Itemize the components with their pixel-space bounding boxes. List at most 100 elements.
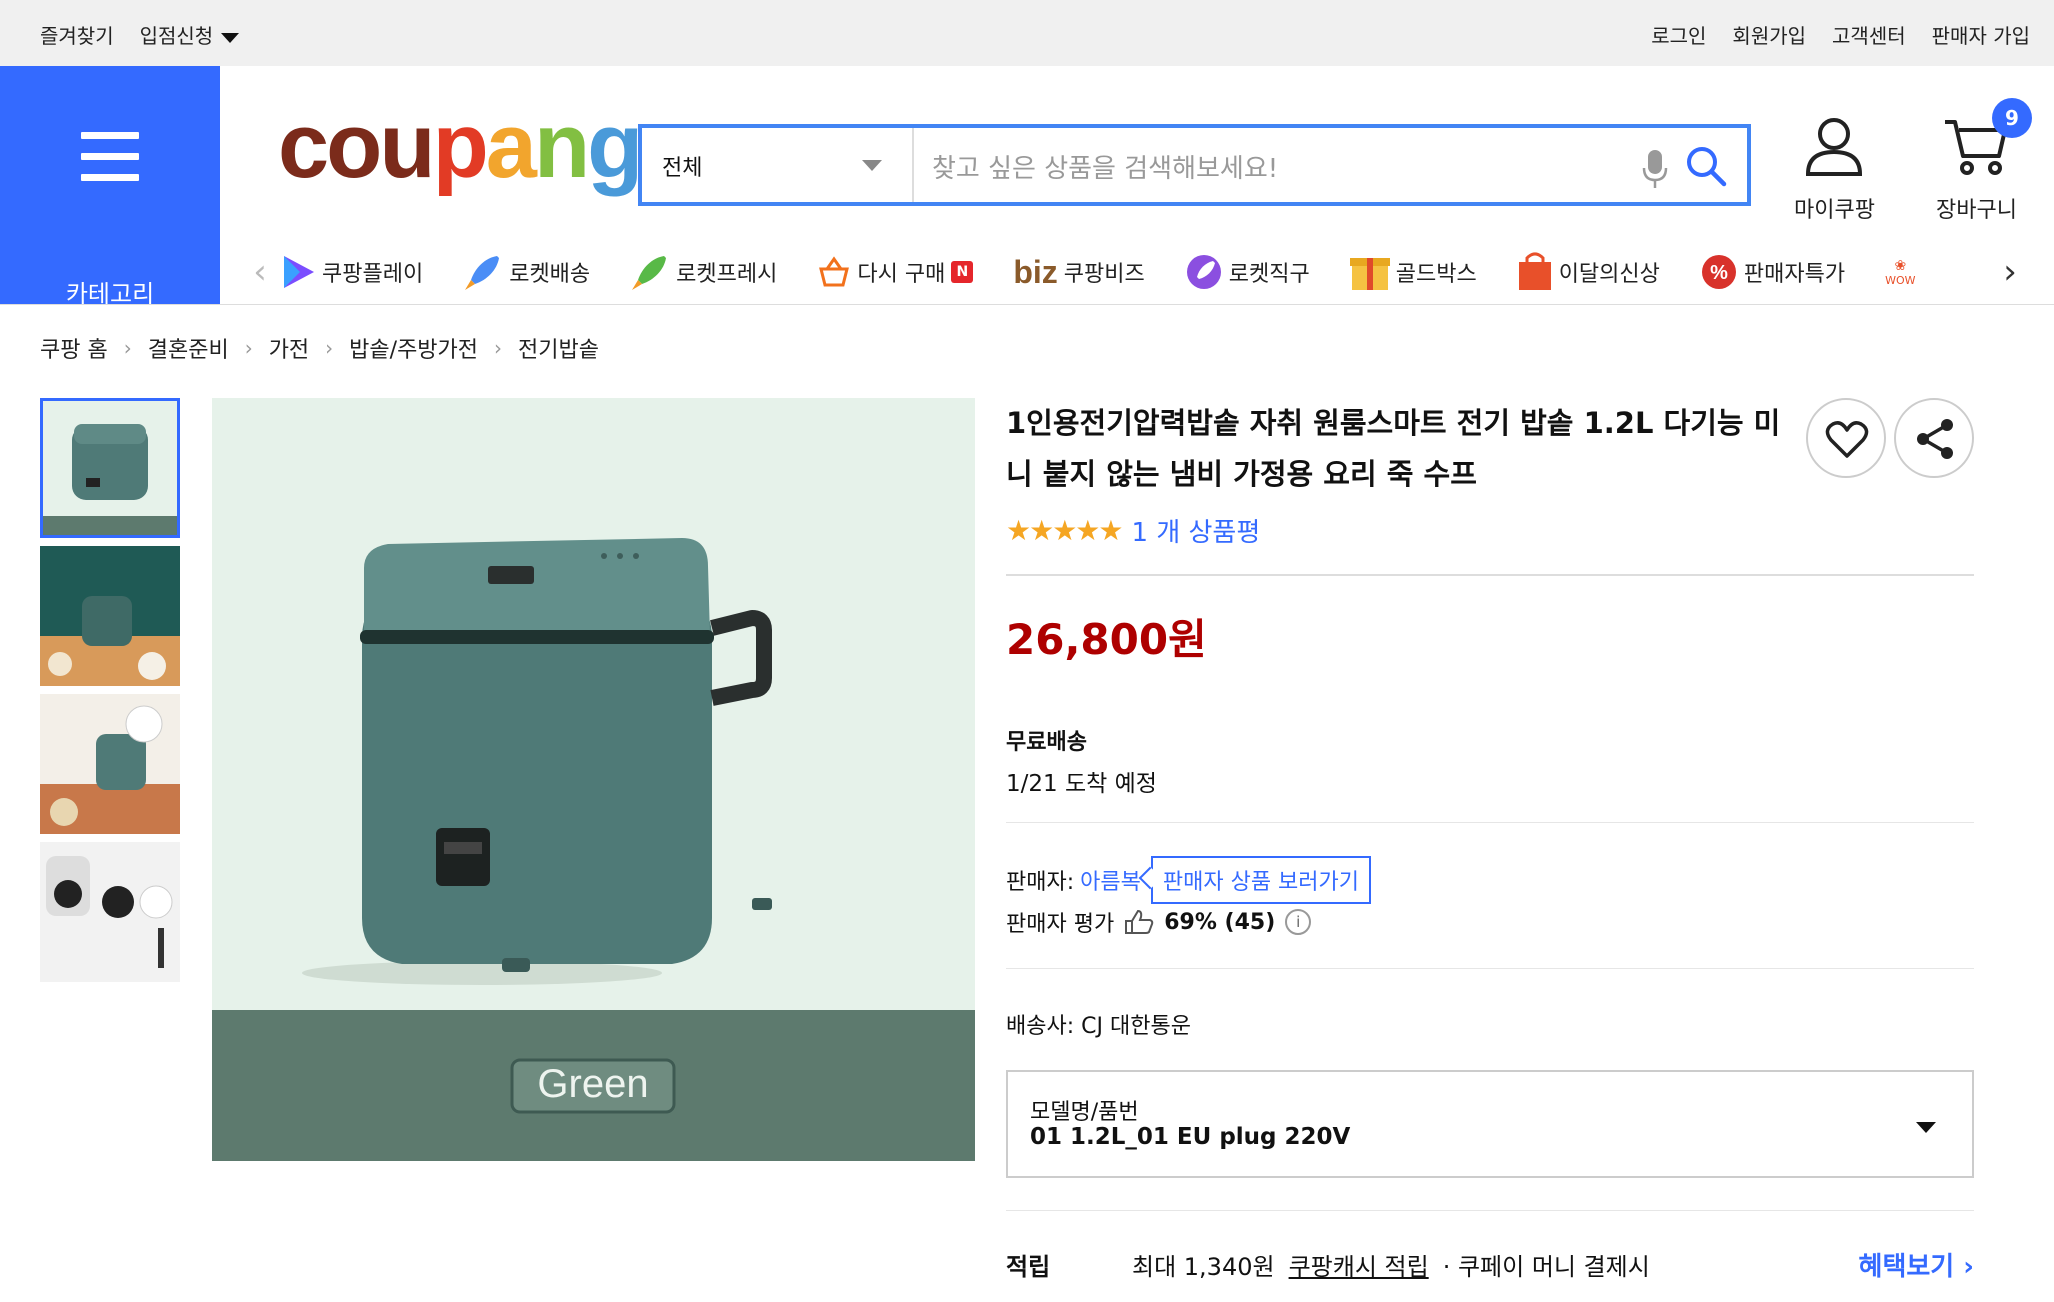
nav-rocket-delivery[interactable]: 로켓배송 xyxy=(463,252,590,292)
search-input[interactable]: 찾고 싶은 상품을 검색해보세요! xyxy=(932,148,1278,185)
kitchen-scene-thumb-image xyxy=(40,546,180,686)
support-link[interactable]: 고객센터 xyxy=(1832,20,1906,49)
seller-rating-row: 판매자 평가 69% (45) i xyxy=(1006,906,1312,938)
benefits-link[interactable]: 혜택보기 › xyxy=(1859,1246,1974,1283)
seller-rating-label: 판매자 평가 xyxy=(1006,912,1115,937)
wow-icon: ❀ xyxy=(1894,257,1907,274)
user-icon xyxy=(1806,118,1863,176)
rice-cooker-thumb-image xyxy=(40,398,180,538)
info-icon[interactable]: i xyxy=(1285,909,1312,935)
shopping-bag-icon xyxy=(1518,252,1551,290)
percent-icon: % xyxy=(1701,255,1736,289)
login-link[interactable]: 로그인 xyxy=(1651,20,1706,49)
seller-join-link[interactable]: 판매자 가입 xyxy=(1932,20,2030,49)
reward-label: 적립 xyxy=(1006,1253,1051,1281)
cart-label: 장바구니 xyxy=(1936,198,2017,223)
table-setting-thumb-image xyxy=(40,694,180,834)
nav-rocket-direct[interactable]: 로켓직구 xyxy=(1185,253,1310,291)
nav-seller-deals[interactable]: % 판매자특가 xyxy=(1700,253,1845,291)
search-icon[interactable] xyxy=(1684,144,1728,188)
nav-rebuy[interactable]: 다시 구매 N xyxy=(817,255,974,289)
header-divider xyxy=(0,304,2054,305)
chevron-right-icon[interactable]: › xyxy=(1990,252,2030,292)
rating-row: ★★★★★ 1 개 상품평 xyxy=(1006,512,1260,549)
option-select[interactable]: 모델명/품번 01 1.2L_01 EU plug 220V xyxy=(1006,1070,1974,1178)
microphone-icon[interactable] xyxy=(1642,148,1668,190)
seller-rating-value: 69% (45) xyxy=(1164,909,1276,935)
divider xyxy=(1006,1210,1974,1211)
apply-menu[interactable]: 입점신청 xyxy=(140,20,240,49)
breadcrumb: 쿠팡 홈 › 결혼준비 › 가전 › 밥솥/주방가전 › 전기밥솥 xyxy=(40,332,599,364)
thumbnail-1[interactable] xyxy=(40,398,180,538)
carrier-info: 배송사: CJ 대한통운 xyxy=(1006,1014,1191,1039)
review-count-link[interactable]: 1 개 상품평 xyxy=(1132,512,1261,549)
chevron-down-icon xyxy=(862,160,882,171)
thumbnail-4[interactable] xyxy=(40,842,180,982)
breadcrumb-home[interactable]: 쿠팡 홈 xyxy=(40,332,108,364)
option-label: 모델명/품번 xyxy=(1030,1100,1139,1125)
nav-new-arrivals[interactable]: 이달의신상 xyxy=(1517,252,1660,292)
chevron-down-icon xyxy=(1916,1122,1936,1133)
heart-icon xyxy=(1825,421,1869,458)
quick-nav: ‹ 쿠팡플레이 로켓배송 로켓프레시 다시 구매 N biz 쿠팡비즈 로켓직구 xyxy=(240,250,2030,294)
chevron-down-icon xyxy=(221,32,240,43)
chevron-right-icon: › xyxy=(244,336,253,360)
breadcrumb-kitchen[interactable]: 밥솥/주방가전 xyxy=(349,332,478,364)
coupang-logo[interactable]: coupang xyxy=(278,100,643,192)
nav-coupang-play[interactable]: 쿠팡플레이 xyxy=(280,254,423,290)
new-badge: N xyxy=(951,261,974,283)
arrival-eta: 1/21 도착 예정 xyxy=(1006,771,1157,797)
color-label: Green xyxy=(537,1062,649,1106)
search-scope-value: 전체 xyxy=(662,156,703,181)
breadcrumb-rice-cooker[interactable]: 전기밥솥 xyxy=(518,332,599,364)
thumbs-up-icon xyxy=(1125,909,1154,934)
thumbnail-2[interactable] xyxy=(40,546,180,686)
option-value: 01 1.2L_01 EU plug 220V xyxy=(1030,1124,1351,1150)
rocket-fresh-icon xyxy=(632,256,667,290)
thumbnail-3[interactable] xyxy=(40,694,180,834)
play-icon xyxy=(284,256,314,288)
chevron-right-icon: › xyxy=(325,336,334,360)
rocket-icon xyxy=(465,256,500,290)
basket-icon xyxy=(819,256,850,287)
parts-thumb-image xyxy=(40,842,180,982)
cart-count-badge: 9 xyxy=(1992,98,2032,138)
apply-label: 입점신청 xyxy=(139,24,214,48)
divider xyxy=(1006,822,1974,823)
breadcrumb-wedding[interactable]: 결혼준비 xyxy=(148,332,229,364)
product-main-image[interactable]: Green xyxy=(212,398,975,1161)
chevron-left-icon[interactable]: ‹ xyxy=(240,252,280,292)
free-shipping-label: 무료배송 xyxy=(1006,730,1087,755)
divider xyxy=(1006,968,1974,969)
search-scope-select[interactable]: 전체 xyxy=(642,128,914,202)
star-rating: ★★★★★ xyxy=(1006,514,1124,547)
signup-link[interactable]: 회원가입 xyxy=(1732,20,1806,49)
seller-label: 판매자: xyxy=(1006,870,1075,895)
chevron-right-icon: › xyxy=(494,336,503,360)
chevron-right-icon: › xyxy=(123,336,132,360)
price: 26,800원 xyxy=(1006,615,1207,664)
share-button[interactable] xyxy=(1894,398,1974,478)
category-button[interactable]: 카테고리 xyxy=(0,66,220,308)
breadcrumb-appliances[interactable]: 가전 xyxy=(269,332,309,364)
reward-amount: 최대 1,340원 xyxy=(1132,1253,1275,1281)
nav-coupang-biz[interactable]: biz 쿠팡비즈 xyxy=(1013,254,1144,291)
mypage-button[interactable]: 마이쿠팡 xyxy=(1794,116,1875,224)
favorite-button[interactable] xyxy=(1806,398,1886,478)
mypage-label: 마이쿠팡 xyxy=(1794,198,1875,223)
rocket-direct-icon xyxy=(1186,255,1221,289)
bookmark-link[interactable]: 즐겨찾기 xyxy=(40,20,114,49)
share-icon xyxy=(1917,419,1953,459)
biz-logo: biz xyxy=(1013,253,1058,290)
seller-products-button[interactable]: 판매자 상품 보러가기 xyxy=(1150,856,1372,904)
nav-rocket-fresh[interactable]: 로켓프레시 xyxy=(630,252,777,292)
gift-box-icon xyxy=(1349,258,1390,290)
seller-name-link[interactable]: 아름복 xyxy=(1080,864,1141,896)
top-utility-bar: 즐겨찾기 입점신청 로그인 회원가입 고객센터 판매자 가입 xyxy=(0,0,2054,66)
seller-row: 판매자: 아름복 판매자 상품 보러가기 xyxy=(1006,856,1372,904)
nav-goldbox[interactable]: 골드박스 xyxy=(1349,252,1477,292)
coupang-cash-link[interactable]: 쿠팡캐시 적립 xyxy=(1289,1247,1429,1282)
svg-text:%: % xyxy=(1710,262,1728,284)
nav-wow[interactable]: ❀ WOW xyxy=(1885,258,1915,287)
hamburger-icon xyxy=(81,132,139,195)
